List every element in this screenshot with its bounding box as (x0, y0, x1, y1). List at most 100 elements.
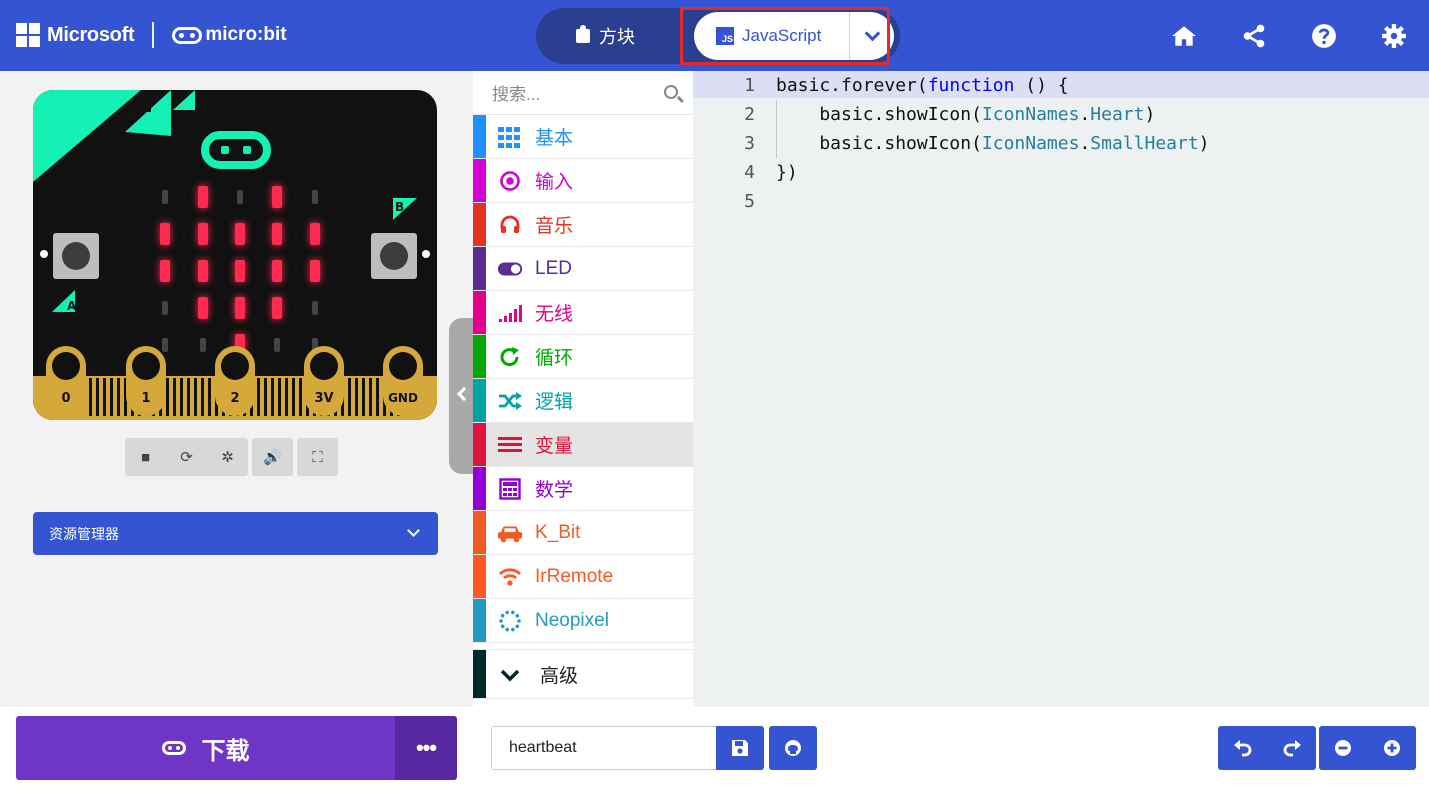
code-editor[interactable]: 1 basic.forever(function () { 2 basic.sh… (693, 71, 1429, 707)
edge-connector-strip (180, 378, 183, 416)
edge-connector-strip (271, 378, 274, 416)
chevron-down-icon (497, 663, 523, 687)
microbit-icon (161, 741, 186, 755)
toolbox-category[interactable]: K_Bit (473, 511, 693, 555)
edge-connector-strip (208, 378, 211, 416)
zoom-in-button[interactable] (1368, 726, 1417, 770)
toolbox-category[interactable]: 循环 (473, 335, 693, 379)
explorer-panel-toggle[interactable]: 资源管理器 (33, 512, 438, 555)
list-icon (497, 433, 523, 457)
led-pixel (272, 186, 282, 208)
edge-connector-strip (348, 378, 351, 416)
toolbox-category[interactable]: 音乐 (473, 203, 693, 247)
signal-bars-icon (497, 301, 523, 325)
header-actions (1149, 0, 1429, 71)
edge-connector-strip (362, 378, 365, 416)
category-color-bar (473, 115, 486, 158)
toolbox-category[interactable]: 逻辑 (473, 379, 693, 423)
redo-button[interactable] (1267, 726, 1316, 770)
search-icon (664, 85, 678, 99)
editor-toggle: 方块 JS JavaScript (536, 8, 900, 64)
edge-connector-strip (103, 378, 106, 416)
mute-button[interactable]: 🔊 (252, 438, 293, 476)
help-icon (1312, 23, 1336, 48)
category-color-bar (473, 335, 486, 378)
download-button[interactable]: 下载 (16, 716, 395, 780)
car-icon (497, 521, 523, 545)
category-label: IrRemote (535, 565, 614, 587)
pin-1[interactable]: 1 (126, 346, 166, 416)
toolbox-category[interactable]: 基本 (473, 115, 693, 159)
share-button[interactable] (1219, 0, 1289, 71)
debug-button[interactable]: ✲ (207, 438, 248, 476)
code-text: basic.showIcon(IconNames.Heart) (776, 104, 1156, 125)
microsoft-logo-icon (16, 23, 40, 47)
pin-3v[interactable]: 3V (304, 346, 344, 416)
github-button[interactable] (769, 726, 817, 770)
led-pixel (272, 297, 282, 319)
javascript-editor-button[interactable]: JS JavaScript (694, 12, 849, 60)
toolbox-search[interactable]: 搜索... (473, 71, 693, 115)
zoom-out-button[interactable] (1319, 726, 1368, 770)
code-line: 4 }) (693, 158, 1429, 187)
github-icon (785, 740, 801, 756)
pin-label: 3V (314, 391, 333, 406)
toolbox-category[interactable]: 变量 (473, 423, 693, 467)
help-button[interactable] (1289, 0, 1359, 71)
led-pixel (200, 338, 206, 352)
edge-connector-strip (166, 378, 169, 416)
puzzle-icon (576, 25, 590, 43)
code-text: }) (776, 162, 798, 183)
code-line: 1 basic.forever(function () { (693, 71, 1429, 100)
edge-connector-strip (278, 378, 281, 416)
pin-0[interactable]: 0 (46, 346, 86, 416)
code-line: 5 (693, 187, 1429, 216)
more-options-button[interactable]: ••• (395, 716, 457, 780)
brand-logos[interactable]: Microsoft micro:bit (16, 22, 287, 48)
pin-gnd[interactable]: GND (383, 346, 423, 416)
led-pixel (274, 338, 280, 352)
dotted-circle-icon (497, 609, 523, 633)
undo-button[interactable] (1218, 726, 1267, 770)
line-number: 1 (744, 75, 755, 96)
pin-label: 1 (141, 391, 150, 406)
toolbox-category-advanced[interactable]: 高级 (473, 649, 693, 699)
project-name-input[interactable] (491, 726, 717, 770)
led-pixel (160, 223, 170, 245)
save-button[interactable] (716, 726, 764, 770)
toolbox-category[interactable]: LED (473, 247, 693, 291)
toolbox-category[interactable]: 数学 (473, 467, 693, 511)
category-color-bar (473, 555, 486, 598)
led-pixel (160, 260, 170, 282)
search-input[interactable]: 搜索... (492, 80, 540, 105)
microbit-simulator-board[interactable]: A B 0 1 2 3V GND (33, 90, 437, 420)
pin-2[interactable]: 2 (215, 346, 255, 416)
category-color-bar (473, 423, 486, 466)
chevron-down-icon (864, 25, 880, 41)
collapse-simulator-handle[interactable] (449, 318, 475, 474)
line-number: 5 (744, 191, 755, 212)
led-pixel (198, 186, 208, 208)
pin-label: GND (388, 391, 418, 405)
category-color-bar (473, 247, 486, 290)
javascript-label: JavaScript (742, 26, 822, 45)
toolbox-category[interactable]: IrRemote (473, 555, 693, 599)
editor-language-dropdown[interactable] (849, 12, 894, 60)
restart-button[interactable]: ⟳ (166, 438, 207, 476)
zoom-in-icon (1383, 740, 1400, 756)
sim-fullscreen-group: ⛶ (297, 438, 338, 476)
toolbox: 搜索... 基本 输入 音乐 LED 无线 循环 逻辑 变量 数学 K_Bit IrRemote Ne… (473, 71, 693, 707)
category-color-bar (473, 511, 486, 554)
settings-button[interactable] (1359, 0, 1429, 71)
code-line: 3 basic.showIcon(IconNames.SmallHeart) (693, 129, 1429, 158)
stop-button[interactable]: ■ (125, 438, 166, 476)
toolbox-category[interactable]: Neopixel (473, 599, 693, 643)
blocks-editor-button[interactable]: 方块 (576, 8, 635, 64)
download-label: 下载 (201, 737, 250, 765)
toolbox-category[interactable]: 输入 (473, 159, 693, 203)
explorer-label: 资源管理器 (49, 525, 119, 542)
fullscreen-button[interactable]: ⛶ (297, 438, 338, 476)
home-button[interactable] (1149, 0, 1219, 71)
toolbox-category[interactable]: 无线 (473, 291, 693, 335)
category-color-bar (473, 291, 486, 334)
